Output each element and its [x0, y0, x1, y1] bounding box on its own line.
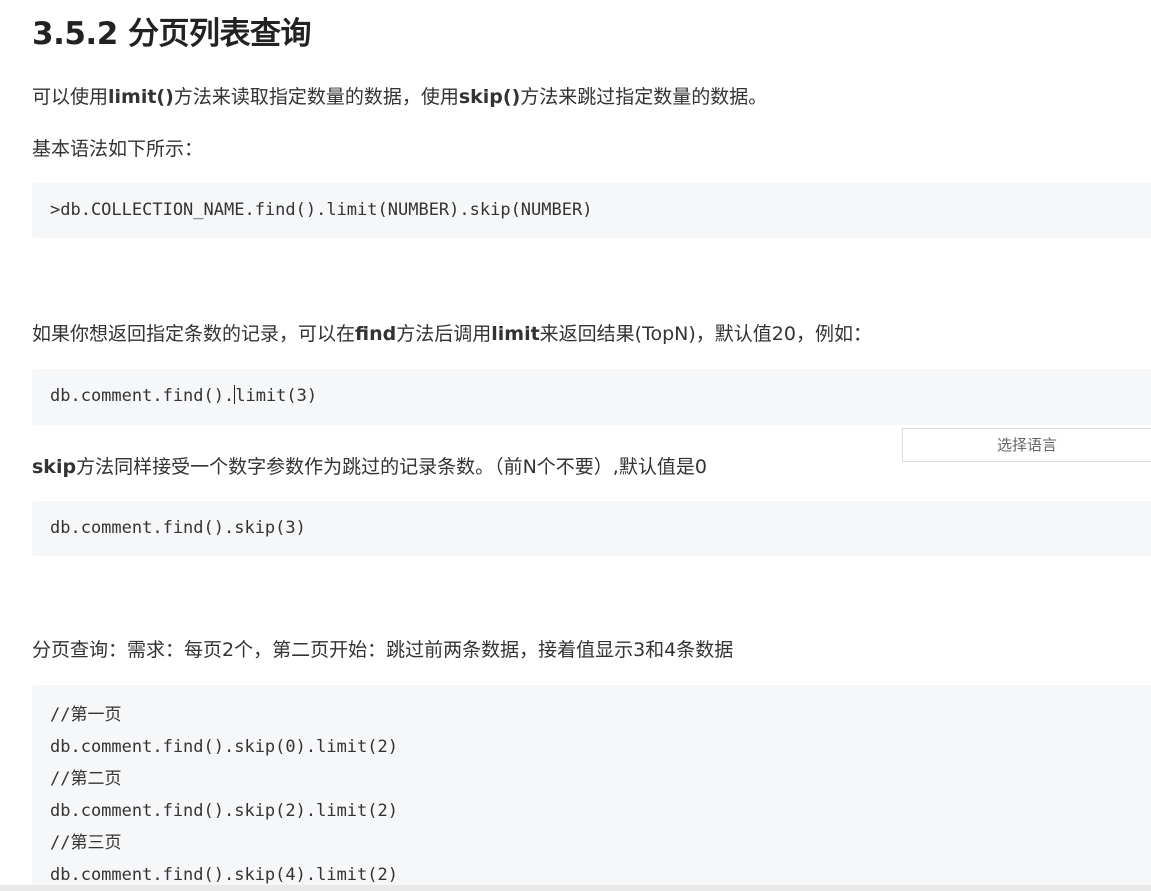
limit-desc-limit-keyword: limit — [491, 323, 540, 345]
code-line: db.comment.find().skip(3) — [50, 518, 306, 538]
scroll-edge-divider — [0, 885, 1151, 891]
code-line: db.comment.find().skip(2).limit(2) — [50, 801, 398, 821]
skip-desc-skip-keyword: skip — [32, 456, 77, 478]
skip-code-block[interactable]: db.comment.find().skip(3) — [32, 501, 1151, 556]
intro-text-2: 方法来读取指定数量的数据，使用 — [173, 86, 459, 108]
paging-code-block[interactable]: //第一页 db.comment.find().skip(0).limit(2)… — [32, 685, 1151, 891]
language-select-dropdown[interactable]: 选择语言 — [902, 428, 1151, 462]
code-segment: db.comment.find(). — [50, 386, 235, 406]
code-comment-line: //第二页 — [50, 769, 122, 789]
intro-paragraph: 可以使用limit()方法来读取指定数量的数据，使用skip()方法来跳过指定数… — [32, 82, 767, 109]
code-comment-line: //第三页 — [50, 833, 122, 853]
paging-description: 分页查询：需求：每页2个，第二页开始：跳过前两条数据，接着值显示3和4条数据 — [32, 639, 734, 661]
skip-desc-text: 方法同样接受一个数字参数作为跳过的记录条数。（前N个不要）,默认值是0 — [76, 456, 707, 478]
intro-text-1: 可以使用 — [32, 86, 109, 108]
intro-limit-keyword: limit() — [108, 86, 174, 108]
intro-text-3: 方法来跳过指定数量的数据。 — [520, 86, 768, 108]
limit-desc-text-2: 方法后调用 — [396, 323, 492, 345]
code-comment-line: //第一页 — [50, 705, 122, 725]
code-line: db.comment.find().limit(3) — [50, 380, 1151, 412]
limit-description: 如果你想返回指定条数的记录，可以在find方法后调用limit来返回结果(Top… — [32, 319, 872, 346]
section-heading: 3.5.2 分页列表查询 — [32, 16, 312, 52]
limit-desc-text-3: 来返回结果(TopN)，默认值20，例如： — [539, 323, 872, 345]
limit-desc-text-1: 如果你想返回指定条数的记录，可以在 — [32, 323, 356, 345]
intro-skip-keyword: skip() — [458, 86, 521, 108]
limit-code-block[interactable]: db.comment.find().limit(3) — [32, 369, 1151, 425]
code-line: db.comment.find().skip(0).limit(2) — [50, 737, 398, 757]
syntax-label: 基本语法如下所示： — [32, 138, 204, 160]
code-segment: limit(3) — [235, 386, 318, 406]
code-line: >db.COLLECTION_NAME.find().limit(NUMBER)… — [50, 200, 593, 220]
limit-desc-find-keyword: find — [355, 323, 397, 345]
syntax-code-block[interactable]: >db.COLLECTION_NAME.find().limit(NUMBER)… — [32, 183, 1151, 238]
skip-description: skip方法同样接受一个数字参数作为跳过的记录条数。（前N个不要）,默认值是0 — [32, 452, 707, 479]
